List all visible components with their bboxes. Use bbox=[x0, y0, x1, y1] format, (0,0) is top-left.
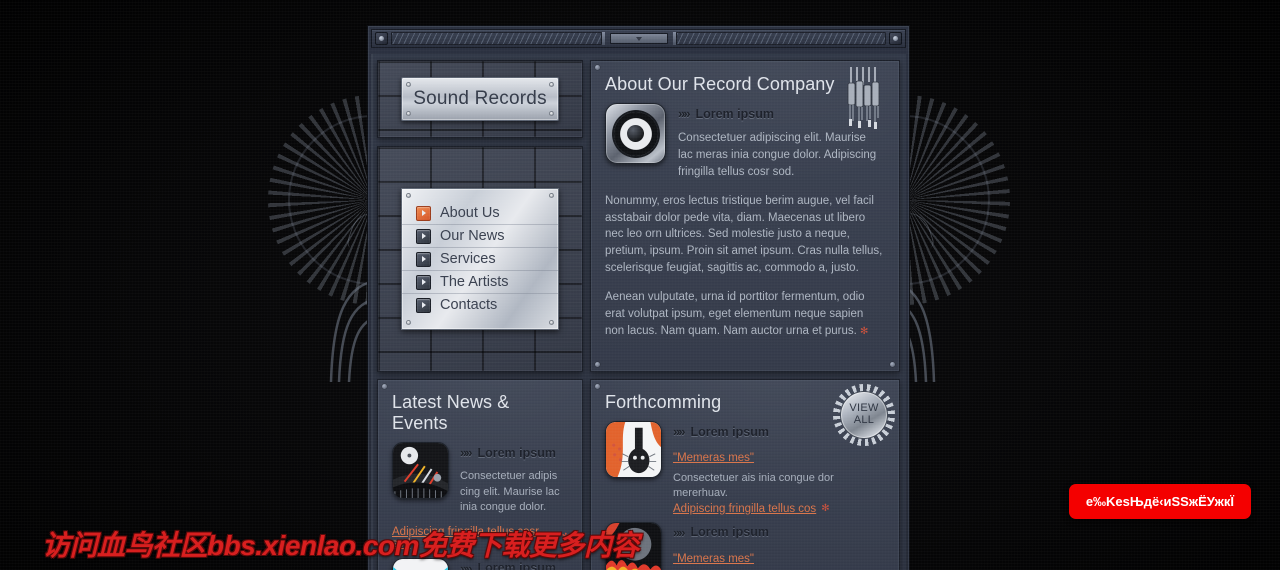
window-titlebar bbox=[371, 29, 906, 48]
nav-label: Our News bbox=[440, 228, 505, 244]
asterisk-icon: ✻ bbox=[561, 532, 570, 544]
arrow-right-icon bbox=[416, 297, 431, 313]
about-section: About Our Record Company »» Lorem ipsum … bbox=[590, 60, 900, 372]
promo-badge[interactable]: e‰ΚеsЊдё‹иSSжЁУжкЇ bbox=[1068, 484, 1251, 519]
forthcoming-item-heading: Lorem ipsum bbox=[690, 525, 769, 540]
navigation-panel: About Us Our News Services The Artists C… bbox=[377, 146, 583, 372]
chevrons-right-icon: »» bbox=[673, 524, 686, 540]
nav-label: About Us bbox=[440, 205, 500, 221]
forthcoming-list-item[interactable]: »» Lorem ipsum "Memeras mes" Consectetue… bbox=[605, 521, 885, 570]
asterisk-icon: ✻ bbox=[860, 325, 869, 337]
view-all-button[interactable]: VIEW ALL bbox=[833, 384, 895, 446]
forthcoming-item-heading: Lorem ipsum bbox=[690, 424, 769, 439]
about-lead-body: Consectetuer adipiscing elit. Maurise la… bbox=[678, 132, 877, 178]
forthcoming-item-text: »» Lorem ipsum "Memeras mes" Consectetue… bbox=[673, 522, 885, 570]
titlebar-stripe-left bbox=[391, 32, 602, 45]
screw-icon bbox=[406, 320, 411, 325]
nav-item-the-artists[interactable]: The Artists bbox=[402, 271, 558, 294]
screw-icon bbox=[549, 111, 554, 116]
speaker-cone bbox=[613, 111, 658, 156]
about-paragraph-2: Aenean vulputate, urna id porttitor ferm… bbox=[605, 289, 883, 340]
screw-icon bbox=[595, 362, 600, 367]
page-content: Sound Records About Us Our News Services… bbox=[371, 54, 906, 570]
news-item-heading-row: »» Lorem ipsum bbox=[460, 561, 570, 570]
speaker-dome bbox=[627, 125, 644, 142]
screw-icon bbox=[549, 82, 554, 87]
logo-panel: Sound Records bbox=[377, 60, 583, 138]
about-lead-heading: Lorem ipsum bbox=[695, 106, 774, 121]
news-list-item[interactable]: »» Lorem ipsum Consectetuer adipis cing … bbox=[392, 442, 570, 516]
titlebar-stripe-right bbox=[675, 32, 886, 45]
screw-icon bbox=[406, 82, 411, 87]
nav-label: Contacts bbox=[440, 297, 498, 313]
album-art-thumbnail bbox=[392, 557, 449, 570]
nav-item-our-news[interactable]: Our News bbox=[402, 225, 558, 248]
forthcoming-item-quote[interactable]: "Memeras mes" bbox=[673, 553, 754, 565]
screw-icon bbox=[406, 111, 411, 116]
screw-icon bbox=[406, 193, 411, 198]
news-title: Latest News & Events bbox=[392, 392, 510, 433]
arrow-right-icon bbox=[416, 251, 431, 267]
news-item-body: Consectetuer adipis cing elit. Maurise l… bbox=[460, 470, 560, 514]
news-item-heading: Lorem ipsum bbox=[477, 445, 556, 460]
speaker-icon bbox=[605, 103, 666, 164]
arrow-right-icon bbox=[416, 228, 431, 244]
titlebar-right-icon[interactable] bbox=[889, 32, 902, 45]
nav-item-services[interactable]: Services bbox=[402, 248, 558, 271]
forthcoming-heading-row: »» Lorem ipsum bbox=[673, 525, 885, 540]
news-item-text: »» Lorem ipsum Consectetuer adipis cing … bbox=[460, 442, 570, 516]
titlebar-divider-left bbox=[601, 32, 605, 45]
screw-icon bbox=[549, 193, 554, 198]
nav-item-about-us[interactable]: About Us bbox=[402, 202, 558, 225]
forthcoming-item-link[interactable]: Adipiscing fringilla tellus cos bbox=[673, 503, 816, 515]
screw-icon bbox=[382, 384, 387, 389]
asterisk-icon: ✻ bbox=[821, 503, 830, 515]
screw-icon bbox=[595, 65, 600, 70]
forthcoming-section: VIEW ALL Forthcomming »» Lorem ipsum "Me… bbox=[590, 379, 900, 570]
view-all-disc: VIEW ALL bbox=[840, 391, 888, 439]
screw-icon bbox=[595, 384, 600, 389]
news-item-heading: Lorem ipsum bbox=[477, 561, 556, 570]
about-paragraph-2-text: Aenean vulputate, urna id porttitor ferm… bbox=[605, 291, 865, 337]
news-section: Latest News & Events »» Lorem ipsum Cons… bbox=[377, 379, 583, 570]
arrow-right-icon bbox=[416, 205, 431, 221]
titlebar-dropdown[interactable] bbox=[609, 33, 668, 44]
brand-nameplate[interactable]: Sound Records bbox=[401, 77, 559, 121]
browser-window: Sound Records About Us Our News Services… bbox=[367, 25, 910, 570]
view-all-line2: ALL bbox=[853, 414, 875, 426]
nav-item-contacts[interactable]: Contacts bbox=[402, 294, 558, 316]
screw-icon bbox=[549, 320, 554, 325]
forthcoming-item-quote[interactable]: "Memeras mes" bbox=[673, 452, 754, 464]
page-root: Sound Records About Us Our News Services… bbox=[0, 0, 1280, 570]
news-item-text: »» Lorem ipsum Consectetuer adipis cing … bbox=[460, 558, 570, 570]
arrow-right-icon bbox=[416, 274, 431, 290]
forthcoming-item-link-row[interactable]: Adipiscing fringilla tellus cos ✻ bbox=[673, 503, 885, 515]
screw-icon bbox=[890, 362, 895, 367]
news-item-link[interactable]: Adipiscing fringilla tellus cosr sod bbox=[392, 526, 557, 550]
orange-guitar-thumbnail bbox=[605, 421, 662, 478]
forthcoming-item-desc: Consectetuer ais inia congue dor mererhu… bbox=[673, 472, 834, 500]
chevrons-right-icon: »» bbox=[460, 560, 473, 570]
news-item-heading-row: »» Lorem ipsum bbox=[460, 445, 570, 460]
brand-name: Sound Records bbox=[413, 88, 547, 109]
nav-label: Services bbox=[440, 251, 496, 267]
left-column: Sound Records About Us Our News Services… bbox=[377, 60, 583, 372]
titlebar-left-icon[interactable] bbox=[375, 32, 388, 45]
vinyl-fire-thumbnail bbox=[605, 521, 662, 570]
news-item-link-row[interactable]: Adipiscing fringilla tellus cosr sod ✻ bbox=[392, 526, 570, 550]
main-navigation: About Us Our News Services The Artists C… bbox=[401, 188, 559, 330]
plug-cables-icon bbox=[847, 67, 880, 129]
chevrons-right-icon: »» bbox=[678, 106, 691, 121]
nav-label: The Artists bbox=[440, 274, 509, 290]
about-paragraph-1: Nonummy, eros lectus tristique berim aug… bbox=[605, 194, 883, 275]
turntable-thumbnail bbox=[392, 442, 449, 499]
chevrons-right-icon: »» bbox=[673, 424, 686, 439]
chevrons-right-icon: »» bbox=[460, 445, 473, 460]
news-list-item[interactable]: »» Lorem ipsum Consectetuer adipis cing … bbox=[392, 557, 570, 570]
